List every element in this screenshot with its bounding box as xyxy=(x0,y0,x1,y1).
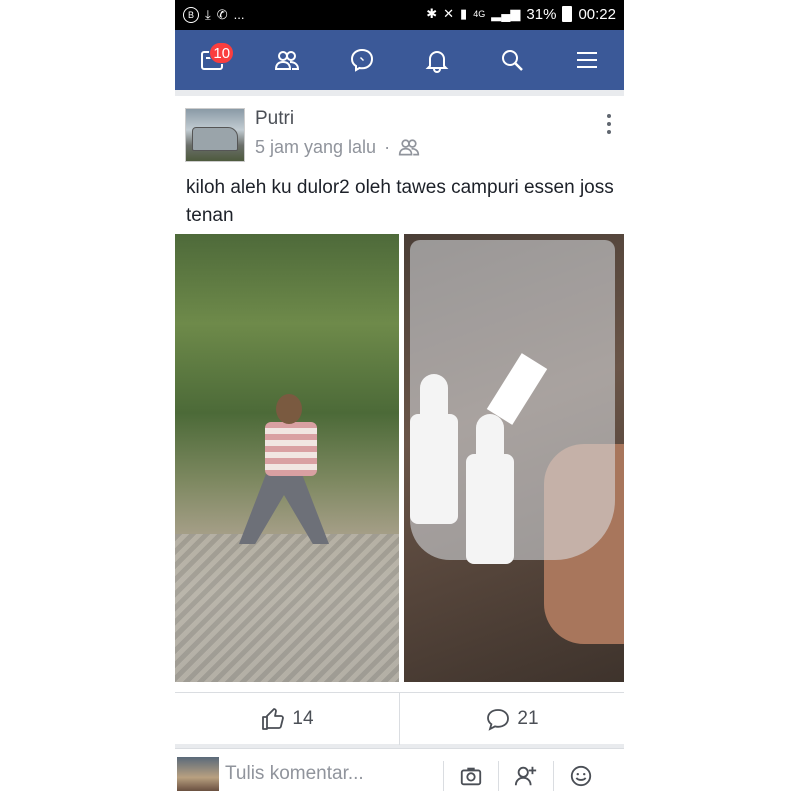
phone-screen: B ⤓ ✆ ... ✱ ✕ ▮ 4G ▂▄▆ 31% 00:22 10 Putr… xyxy=(175,0,624,800)
like-button[interactable]: 14 xyxy=(175,693,399,745)
b-badge-icon: B xyxy=(183,7,199,23)
commenter-avatar xyxy=(177,757,219,791)
post-meta: 5 jam yang lalu · xyxy=(255,136,420,158)
photo-ground xyxy=(175,534,399,682)
cell-signal-icon: ▂▄▆ xyxy=(491,6,521,21)
bluetooth-icon: ✱ xyxy=(426,6,438,21)
meta-separator: · xyxy=(384,136,391,157)
photo-person-body xyxy=(265,422,317,476)
camera-button[interactable] xyxy=(443,761,498,791)
author-avatar[interactable] xyxy=(185,108,245,162)
network-type: 4G xyxy=(473,9,486,19)
notification-badge: 10 xyxy=(209,42,235,64)
mute-icon: ✕ xyxy=(443,6,455,21)
thumbs-up-icon xyxy=(262,708,285,730)
friends-icon xyxy=(275,51,300,70)
author-name[interactable]: Putri xyxy=(255,108,294,130)
more-dots-text: ... xyxy=(233,7,245,22)
messenger-icon xyxy=(351,48,374,72)
post-text: kiloh aleh ku dulor2 oleh tawes campuri … xyxy=(186,177,614,226)
post-card: Putri 5 jam yang lalu · kiloh aleh ku du… xyxy=(175,96,624,745)
photo-person-head xyxy=(276,394,302,424)
post-photo-bottles[interactable] xyxy=(404,234,624,682)
nav-news-feed[interactable]: 10 xyxy=(187,38,237,82)
post-actions: 14 21 xyxy=(175,692,624,745)
more-options-icon[interactable] xyxy=(606,114,612,138)
post-photo-man[interactable] xyxy=(175,234,399,682)
signal-icon: ▮ xyxy=(460,6,468,21)
post-time[interactable]: 5 jam yang lalu xyxy=(255,137,376,158)
nav-search[interactable] xyxy=(487,38,537,82)
top-nav-bar: 10 xyxy=(175,30,624,90)
nav-friends[interactable] xyxy=(262,38,312,82)
comment-actions xyxy=(443,761,608,791)
nav-menu[interactable] xyxy=(562,38,612,82)
download-icon: ⤓ xyxy=(205,7,211,22)
clock: 00:22 xyxy=(578,5,616,23)
nav-messenger[interactable] xyxy=(337,38,387,82)
tag-friend-button[interactable] xyxy=(498,761,553,791)
nav-notifications[interactable] xyxy=(412,38,462,82)
search-icon xyxy=(501,50,523,71)
battery-percent: 31% xyxy=(526,5,557,23)
comment-count: 21 xyxy=(517,708,539,729)
comment-input[interactable]: Tulis komentar... xyxy=(225,763,364,785)
emoji-button[interactable] xyxy=(553,761,608,791)
avatar-car-image xyxy=(192,127,238,151)
comment-button[interactable]: 21 xyxy=(399,693,624,745)
comment-bar: Tulis komentar... xyxy=(175,748,624,800)
camera-icon xyxy=(460,767,482,786)
like-count: 14 xyxy=(292,708,314,729)
battery-icon xyxy=(562,6,573,22)
status-right: ✱ ✕ ▮ 4G ▂▄▆ 31% 00:22 xyxy=(426,5,616,23)
photo-bottle-left xyxy=(410,374,458,524)
comment-icon xyxy=(487,709,510,731)
smiley-icon xyxy=(570,765,592,787)
menu-icon xyxy=(576,52,597,68)
add-person-icon xyxy=(514,766,537,786)
status-bar: B ⤓ ✆ ... ✱ ✕ ▮ 4G ▂▄▆ 31% 00:22 xyxy=(175,0,624,30)
status-left: B ⤓ ✆ ... xyxy=(183,6,245,24)
photo-bottle-right xyxy=(466,414,514,564)
whatsapp-icon: ✆ xyxy=(216,7,228,22)
friends-audience-icon xyxy=(398,139,420,156)
bell-icon xyxy=(425,51,449,73)
